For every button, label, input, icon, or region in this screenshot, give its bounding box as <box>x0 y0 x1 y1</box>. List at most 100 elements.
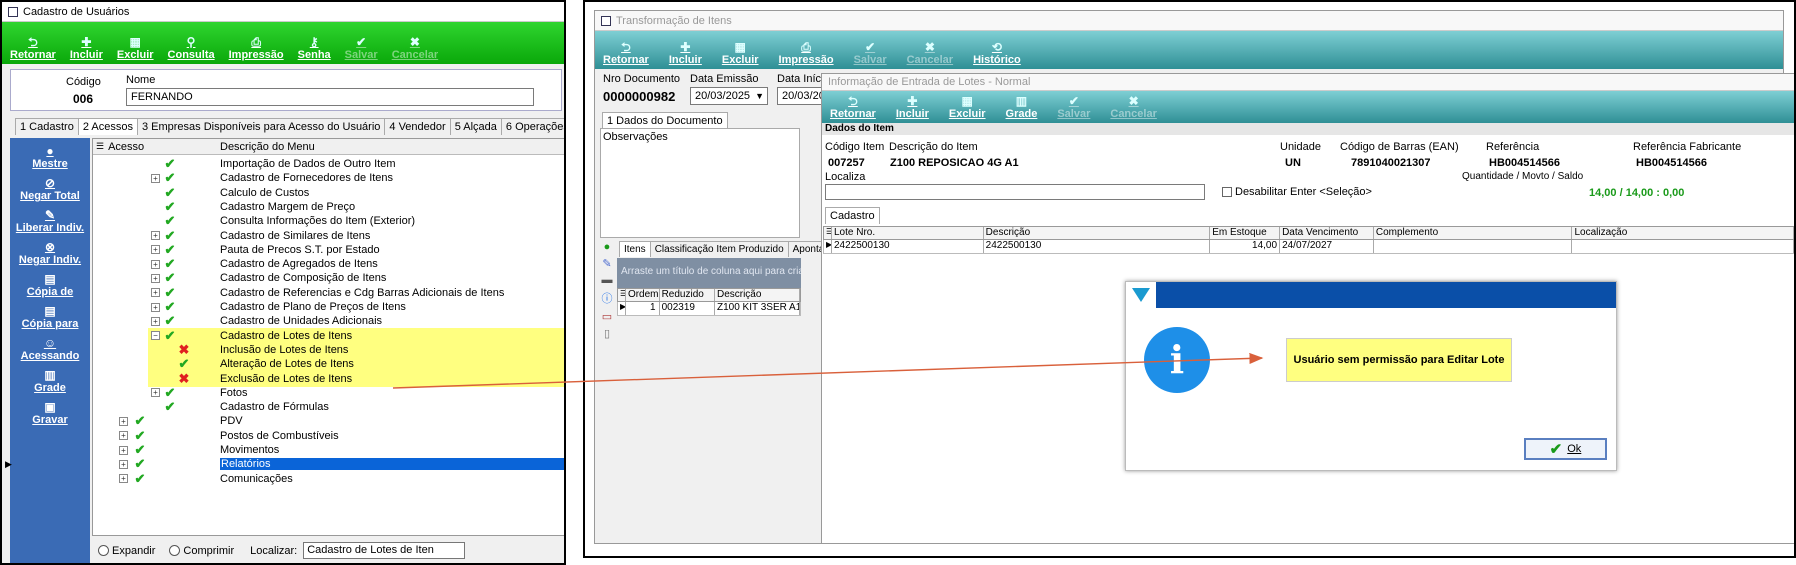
excluir-button[interactable]: ▦ Excluir <box>117 36 154 62</box>
grade-button[interactable]: ▥ Grade <box>1006 95 1038 121</box>
observacoes-box[interactable]: Observações <box>600 128 800 238</box>
copia-de-button[interactable]: ▤ Cópia de <box>10 272 90 298</box>
column-header[interactable]: Ordem <box>626 289 660 301</box>
cancelar-button[interactable]: ✖ Cancelar <box>907 41 953 67</box>
negar-indiv-button[interactable]: ⊗ Negar Indiv. <box>10 240 90 266</box>
dropdown-arrow-icon[interactable]: ▼ <box>755 89 764 104</box>
tab-itens[interactable]: Itens <box>619 241 651 257</box>
retornar-button[interactable]: ⮌ Retornar <box>603 41 649 67</box>
expand-icon[interactable]: + <box>151 231 160 240</box>
tab-4-vendedor[interactable]: 4 Vendedor <box>384 118 451 135</box>
expand-icon[interactable]: + <box>151 273 160 283</box>
add-icon[interactable]: ● <box>604 241 611 253</box>
expand-icon[interactable]: + <box>119 431 128 441</box>
trash-icon: ▦ <box>961 94 973 108</box>
tree-row[interactable]: + ✔ Comunicações <box>93 471 564 487</box>
salvar-button[interactable]: ✔ Salvar <box>854 41 887 67</box>
expand-icon[interactable]: + <box>151 316 160 326</box>
expand-icon[interactable]: + <box>151 388 160 398</box>
allowed-icon[interactable]: ✔ <box>133 471 147 487</box>
impressao-button[interactable]: ⎙ Impressão <box>229 36 284 62</box>
side-action-panel: ● Mestre ⊘ Negar Total ✎ Liberar Indiv. ⊗ Negar… <box>10 138 90 563</box>
expand-icon[interactable]: + <box>151 259 160 269</box>
ok-button[interactable]: ✔ Ok <box>1524 438 1607 460</box>
cancelar-button[interactable]: ✖ Cancelar <box>392 36 438 62</box>
column-header[interactable]: Descrição <box>715 289 800 301</box>
localiza-field[interactable] <box>825 184 1205 200</box>
salvar-button[interactable]: ✔ Salvar <box>1057 95 1090 121</box>
desabilitar-enter-checkbox[interactable]: Desabilitar Enter <Seleção> <box>1222 186 1372 198</box>
column-menu-icon[interactable]: ☰ <box>824 227 832 239</box>
trash-icon[interactable]: ▬ <box>602 274 613 286</box>
comprimir-radio[interactable]: Comprimir <box>169 545 234 557</box>
tab-6-operacoes[interactable]: 6 Operações <box>500 118 564 135</box>
liberar-indiv-button[interactable]: ✎ Liberar Indiv. <box>10 208 90 234</box>
column-menu-icon[interactable]: ☰ <box>618 289 626 301</box>
column-header[interactable]: Localização <box>1572 227 1794 239</box>
retornar-button[interactable]: ⮌ Retornar <box>10 36 56 62</box>
table-row[interactable]: ▶ 1 002319 Z100 KIT 3SER A1A <box>617 302 801 316</box>
collapse-icon[interactable]: − <box>151 331 160 341</box>
incluir-button[interactable]: ✚ Incluir <box>896 95 929 121</box>
tab-dados-documento[interactable]: 1 Dados do Documento <box>602 112 728 129</box>
expand-icon[interactable]: + <box>119 445 128 455</box>
tab-5-alcada[interactable]: 5 Alçada <box>449 118 502 135</box>
expand-icon[interactable]: + <box>151 173 160 183</box>
consulta-button[interactable]: ⚲ Consulta <box>168 36 215 62</box>
negar-total-button[interactable]: ⊘ Negar Total <box>10 176 90 202</box>
retornar-button[interactable]: ⮌ Retornar <box>830 95 876 121</box>
expand-icon[interactable]: + <box>119 416 128 426</box>
impressao-button[interactable]: ⎙ Impressão <box>779 40 834 67</box>
dialog-titlebar <box>1126 282 1616 308</box>
incluir-button[interactable]: ✚ Incluir <box>669 41 702 67</box>
user-registration-window: Cadastro de Usuários ⮌ Retornar ✚ Incluir ▦ E… <box>0 0 566 565</box>
info-icon[interactable]: ⓘ <box>602 290 613 306</box>
document-icon[interactable]: ▯ <box>604 327 610 340</box>
column-header[interactable]: Reduzido <box>660 289 715 301</box>
expandir-radio[interactable]: Expandir <box>98 545 155 557</box>
expand-icon[interactable]: + <box>151 288 160 298</box>
tab-classificacao-item-produzido[interactable]: Classificação Item Produzido <box>649 241 789 257</box>
column-header[interactable]: Em Estoque <box>1210 227 1281 239</box>
nro-doc-label: Nro Documento <box>603 73 681 85</box>
left-tabs: 1 Cadastro 2 Acessos 3 Empresas Disponívei… <box>15 118 564 135</box>
lot-grid-header: ☰Lote Nro.DescriçãoEm EstoqueData Vencim… <box>823 226 1794 240</box>
expand-icon[interactable]: + <box>151 245 160 255</box>
excluir-button[interactable]: ▦ Excluir <box>722 41 759 67</box>
grade-button[interactable]: ▥ Grade <box>10 368 90 394</box>
localizar-label: Localizar: <box>250 544 298 557</box>
column-header[interactable]: Descrição <box>984 227 1211 239</box>
acessando-button[interactable]: ☺ Acessando <box>10 336 90 362</box>
edit-icon[interactable]: ✎ <box>602 257 611 270</box>
data-emissao-field[interactable]: 20/03/2025 ▼ <box>690 87 768 105</box>
check-icon: ✔ <box>356 35 367 49</box>
deny-icon: ⊘ <box>44 176 56 190</box>
mestre-button[interactable]: ● Mestre <box>10 144 90 170</box>
print-icon: ⎙ <box>801 40 811 54</box>
book-icon[interactable]: ▭ <box>602 310 612 323</box>
copia-para-button[interactable]: ▤ Cópia para <box>10 304 90 330</box>
cancelar-button[interactable]: ✖ Cancelar <box>1110 95 1156 121</box>
tab-2-acessos[interactable]: 2 Acessos <box>77 118 138 135</box>
expand-icon[interactable]: + <box>119 459 128 469</box>
tab-3-empresas-disponiveis-para-acesso-do-usuario[interactable]: 3 Empresas Disponíveis para Acesso do Us… <box>136 118 386 135</box>
localizar-field[interactable]: Cadastro de Lotes de Iten <box>303 542 466 559</box>
excluir-button[interactable]: ▦ Excluir <box>949 94 986 121</box>
senha-button[interactable]: ⚷ Senha <box>298 36 331 62</box>
gravar-button[interactable]: ▣ Gravar <box>10 400 90 426</box>
expand-icon[interactable]: + <box>151 302 160 312</box>
column-header[interactable]: Data Vencimento <box>1280 227 1374 239</box>
tree-item-label: Cadastro de Unidades Adicionais <box>220 315 383 328</box>
column-header[interactable]: Lote Nro. <box>832 227 984 239</box>
expand-icon[interactable]: + <box>119 474 128 484</box>
column-header[interactable]: Complemento <box>1374 227 1573 239</box>
nome-field[interactable]: FERNANDO <box>126 88 534 106</box>
historico-button[interactable]: ⟲ Histórico <box>973 41 1021 67</box>
items-grid-header: ☰OrdemReduzidoDescrição <box>617 288 801 302</box>
quantidade-value: 14,00 / 14,00 : 0,00 <box>1589 187 1685 199</box>
table-row[interactable]: ▶ 2422500130 2422500130 14,00 24/07/2027 <box>823 240 1794 254</box>
tab-1-cadastro[interactable]: 1 Cadastro <box>15 118 79 135</box>
incluir-button[interactable]: ✚ Incluir <box>70 36 103 62</box>
tab-cadastro[interactable]: Cadastro <box>825 207 880 224</box>
salvar-button[interactable]: ✔ Salvar <box>345 35 378 62</box>
